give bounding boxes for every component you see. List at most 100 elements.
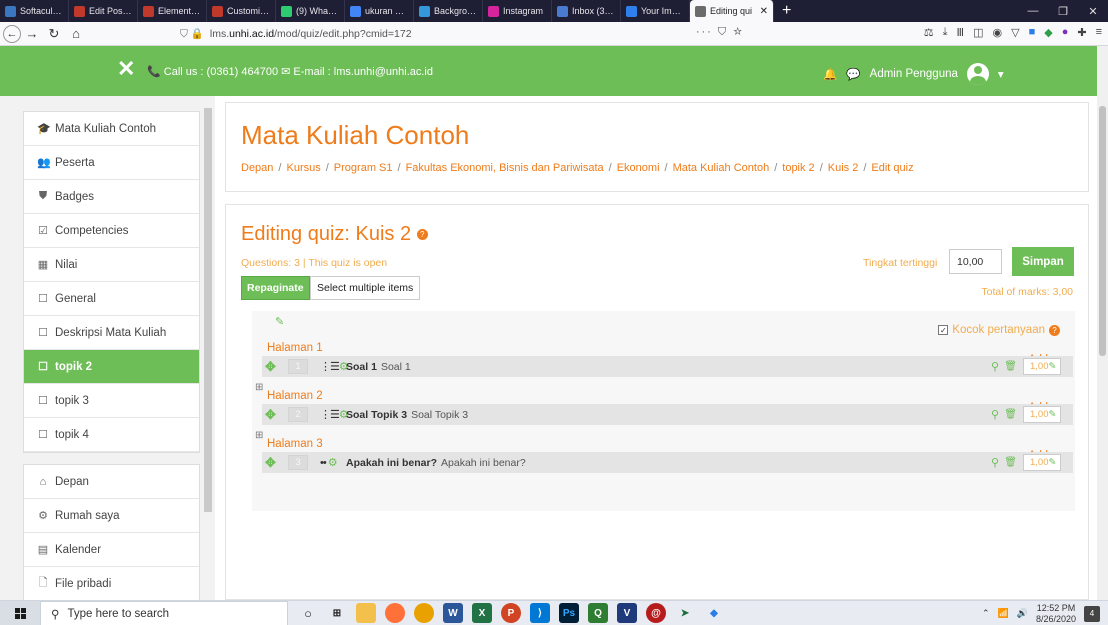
shuffle-checkbox[interactable]: ✓ [938, 325, 949, 335]
browser-tab[interactable]: Customize: Do [207, 0, 276, 22]
move-icon[interactable]: ✥ [265, 359, 279, 375]
page-scrollbar-thumb[interactable] [1099, 106, 1106, 356]
max-grade-input[interactable] [949, 249, 1002, 274]
question-row[interactable]: ✥ 3 •• ⚙ Apakah ini benar? Apakah ini benar?… [262, 452, 1073, 473]
chrome-icon[interactable] [414, 603, 434, 623]
question-name[interactable]: Soal 1 [346, 361, 377, 373]
preview-icon[interactable]: ⚲ [991, 456, 999, 469]
question-row[interactable]: ✥ 2 ⋮☰⚙ Soal Topik 3 Soal Topik 3 ⚲ 🗑 1,00✎ [262, 404, 1073, 425]
question-name[interactable]: Soal Topik 3 [346, 409, 407, 421]
powerpoint-icon[interactable]: P [501, 603, 521, 623]
sidebar-item-nilai[interactable]: ▦ Nilai [24, 248, 199, 282]
app-arrow-icon[interactable]: ➤ [675, 603, 695, 623]
preview-icon[interactable]: ⚲ [991, 408, 999, 421]
notification-bell-icon[interactable]: 🔔 [823, 67, 837, 81]
minimize-icon[interactable]: — [1018, 0, 1048, 22]
breadcrumb-link[interactable]: Edit quiz [871, 162, 913, 174]
page-scrollbar[interactable] [1097, 46, 1108, 600]
question-name[interactable]: Apakah ini benar? [346, 457, 437, 469]
sidebar-item-file-pribadi[interactable]: 🗋 File pribadi [24, 567, 199, 601]
max-mark-field[interactable]: 1,00✎ [1023, 454, 1061, 471]
firefox-icon[interactable] [385, 603, 405, 623]
sidebar-item-competencies[interactable]: ☑ Competencies [24, 214, 199, 248]
delete-icon[interactable]: 🗑 [1004, 361, 1017, 372]
taskbar-search[interactable]: ⚲ Type here to search [40, 601, 288, 625]
close-tab-icon[interactable]: ✕ [760, 6, 768, 17]
addon-blue-icon[interactable]: ■ [1029, 26, 1036, 39]
addon-icon[interactable]: ◉ [993, 26, 1003, 39]
browser-tab[interactable]: Edit Post ‹ — V [69, 0, 138, 22]
move-icon[interactable]: ✥ [265, 455, 279, 471]
edit-mark-pencil-icon[interactable]: ✎ [1049, 409, 1057, 420]
excel-icon[interactable]: X [472, 603, 492, 623]
breadcrumb-link[interactable]: Mata Kuliah Contoh [673, 162, 770, 174]
addon-circle-icon[interactable]: ● [1062, 26, 1069, 39]
breadcrumb-link[interactable]: topik 2 [782, 162, 814, 174]
home-icon[interactable]: ⌂ [65, 23, 87, 45]
new-tab-button[interactable]: + [774, 0, 799, 22]
browser-tab[interactable]: ukuran header [345, 0, 414, 22]
sidebar-item-topik-3[interactable]: ☐ topik 3 [24, 384, 199, 418]
max-mark-field[interactable]: 1,00✎ [1023, 358, 1061, 375]
app-v-icon[interactable]: V [617, 603, 637, 623]
edit-section-pencil-icon[interactable]: ✎ [275, 315, 284, 328]
browser-tab[interactable]: (9) WhatsApp [276, 0, 345, 22]
app-icon[interactable]: Q [588, 603, 608, 623]
sidebar-item-depan[interactable]: ⌂ Depan [24, 465, 199, 499]
browser-tab[interactable]: Background V [414, 0, 483, 22]
edit-mark-pencil-icon[interactable]: ✎ [1049, 361, 1057, 372]
vpn-icon[interactable]: ▽ [1011, 26, 1019, 39]
browser-tab[interactable]: Softaculous - S [0, 0, 69, 22]
delete-icon[interactable]: 🗑 [1004, 409, 1017, 420]
user-menu-caret-icon[interactable]: ▾ [998, 67, 1004, 81]
breadcrumb-link[interactable]: Fakultas Ekonomi, Bisnis dan Pariwisata [406, 162, 604, 174]
repaginate-button[interactable]: Repaginate [241, 276, 310, 300]
help-icon[interactable]: ? [416, 229, 428, 241]
browser-tab[interactable]: Instagram [483, 0, 552, 22]
network-icon[interactable]: 📶 [998, 608, 1009, 619]
avatar[interactable] [966, 63, 989, 85]
site-info-icon[interactable]: ⛉ 🔒 [180, 27, 204, 41]
page-split-icon[interactable]: ⊞ [255, 430, 263, 441]
photoshop-icon[interactable]: Ps [559, 603, 579, 623]
sidebar-item-deskripsi-mata-kuliah[interactable]: ☐ Deskripsi Mata Kuliah [24, 316, 199, 350]
vscode-icon[interactable]: ⟩ [530, 603, 550, 623]
move-icon[interactable]: ✥ [265, 407, 279, 423]
sidebar-item-badges[interactable]: ⛊ Badges [24, 180, 199, 214]
edit-mark-pencil-icon[interactable]: ✎ [1049, 457, 1057, 468]
cortana-icon[interactable]: ○ [298, 603, 318, 623]
sidebar-item-rumah-saya[interactable]: ⚙ Rumah saya [24, 499, 199, 533]
user-name[interactable]: Admin Pengguna [870, 68, 958, 80]
url-bar[interactable]: ⛉ 🔒 lms.unhi.ac.id/mod/quiz/edit.php?cmi… [180, 24, 780, 43]
menu-icon[interactable]: ≡ [1096, 26, 1102, 39]
app-color-icon[interactable]: ◆ [704, 603, 724, 623]
word-icon[interactable]: W [443, 603, 463, 623]
breadcrumb-link[interactable]: Kursus [286, 162, 320, 174]
messages-icon[interactable]: 💬 [846, 67, 860, 81]
notification-center-icon[interactable]: 4 [1084, 605, 1100, 622]
sidebar-item-mata-kuliah-contoh[interactable]: 🎓 Mata Kuliah Contoh [24, 112, 199, 146]
forward-arrow-icon[interactable]: → [21, 23, 43, 45]
download-icon[interactable]: ⤓ [943, 26, 948, 39]
back-arrow-icon[interactable]: ← [3, 24, 21, 43]
select-multiple-button[interactable]: Select multiple items [310, 276, 421, 300]
max-mark-field[interactable]: 1,00✎ [1023, 406, 1061, 423]
start-button[interactable] [0, 601, 40, 625]
volume-icon[interactable]: 🔊 [1017, 608, 1028, 619]
close-drawer-icon[interactable]: ✕ [117, 56, 135, 82]
breadcrumb-link[interactable]: Program S1 [334, 162, 393, 174]
sidebar-toggle-icon[interactable]: ◫ [973, 26, 983, 39]
task-view-icon[interactable]: ⊞ [327, 603, 347, 623]
help-icon[interactable]: ? [1049, 324, 1060, 336]
browser-tab[interactable]: Inbox (376) - k [552, 0, 621, 22]
shuffle-questions[interactable]: ✓ Kocok pertanyaan ? [938, 324, 1060, 336]
breadcrumb-link[interactable]: Ekonomi [617, 162, 660, 174]
sidebar-item-topik-4[interactable]: ☐ topik 4 [24, 418, 199, 452]
page-split-icon[interactable]: ⊞ [255, 382, 263, 393]
addon-color-icon[interactable]: ◆ [1044, 26, 1052, 39]
sidebar-scrollbar-thumb[interactable] [204, 108, 212, 512]
breadcrumb-link[interactable]: Kuis 2 [828, 162, 859, 174]
app-red-icon[interactable]: @ [646, 603, 666, 623]
sidebar-scrollbar[interactable] [203, 96, 213, 600]
reload-icon[interactable]: ↻ [43, 23, 65, 45]
